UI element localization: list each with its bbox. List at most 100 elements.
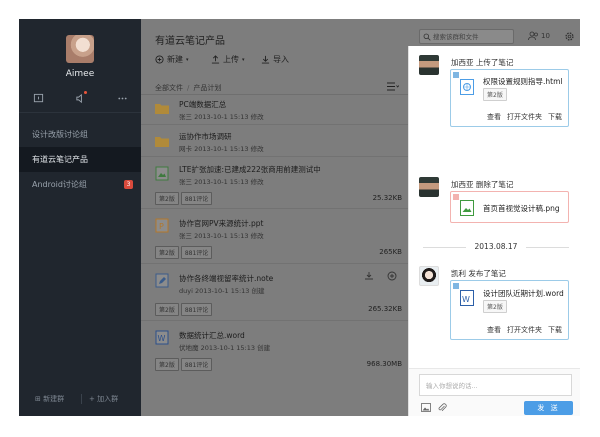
- open-folder-link[interactable]: 打开文件夹: [507, 112, 542, 122]
- svg-text:W: W: [158, 334, 166, 343]
- separator-line: [526, 247, 569, 248]
- file-size: 265.32KB: [368, 305, 402, 313]
- version-tag[interactable]: 第2版: [155, 192, 179, 205]
- file-author: 伏地魔: [179, 344, 199, 352]
- file-date: 2013-10-1 15:13: [194, 287, 250, 295]
- send-button[interactable]: 发 送: [524, 401, 573, 415]
- new-button[interactable]: 新建 ▾: [155, 54, 189, 65]
- note-file-icon: [155, 273, 169, 288]
- avatar[interactable]: [66, 35, 94, 63]
- notice-icon[interactable]: [31, 91, 45, 105]
- file-author: 张三: [179, 178, 192, 186]
- gear-icon[interactable]: [564, 31, 575, 42]
- file-card[interactable]: 权限设置规则指导.html 第2版 查看 打开文件夹 下载: [450, 69, 569, 127]
- file-name: 协作官网PV来源统计.ppt: [179, 219, 264, 228]
- upload-button[interactable]: 上传 ▾: [211, 54, 245, 65]
- version-tag[interactable]: 第2版: [155, 303, 179, 316]
- version-tag: 第2版: [483, 88, 507, 101]
- breadcrumb-current: 产品计划: [193, 84, 222, 92]
- html-file-icon: [460, 79, 474, 95]
- download-icon[interactable]: [365, 272, 373, 280]
- import-icon: [261, 55, 270, 64]
- image-icon[interactable]: [421, 403, 431, 412]
- unread-badge: 3: [124, 180, 133, 189]
- avatar[interactable]: [419, 177, 439, 197]
- comment-tag[interactable]: 881评论: [180, 303, 213, 316]
- avatar[interactable]: [419, 266, 439, 286]
- file-card-deleted[interactable]: 首页首视觉设计稿.png: [450, 191, 569, 223]
- file-row[interactable]: P 协作官网PV来源统计.ppt 张三 2013-10-1 15:13 修改 第…: [141, 209, 408, 264]
- row-actions: [365, 271, 397, 281]
- new-group-label: 新建群: [43, 395, 65, 403]
- open-folder-link[interactable]: 打开文件夹: [507, 325, 542, 335]
- new-group-button[interactable]: ⊞ 新建群: [35, 394, 64, 404]
- file-list: PC端数据汇总 张三 2013-10-1 15:13 修改 运协作市场调研 网卡…: [141, 95, 408, 376]
- upload-badge-icon: [453, 72, 459, 78]
- comment-tag[interactable]: 881评论: [180, 246, 213, 259]
- event-text: 加西亚 删除了笔记: [451, 180, 514, 189]
- file-author: 张三: [179, 113, 192, 121]
- event-text: 凯利 发布了笔记: [451, 269, 506, 278]
- card-file-name: 设计团队近期计划.word: [483, 289, 564, 298]
- list-view-icon[interactable]: [387, 82, 399, 91]
- activity-panel: 加西亚 上传了笔记 权限设置规则指导.html 第2版 查看 打开文件夹 下载 …: [408, 46, 580, 416]
- event-text: 加西亚 上传了笔记: [451, 58, 514, 67]
- card-file-name: 首页首视觉设计稿.png: [483, 204, 560, 213]
- download-link[interactable]: 下载: [548, 325, 562, 335]
- avatar[interactable]: [419, 55, 439, 75]
- members-button[interactable]: 10: [528, 31, 550, 41]
- file-card[interactable]: W 设计团队近期计划.word 第2版 查看 打开文件夹 下载: [450, 280, 569, 340]
- file-row[interactable]: PC端数据汇总 张三 2013-10-1 15:13 修改: [141, 95, 408, 125]
- chevron-down-icon: ▾: [242, 56, 245, 63]
- version-tag[interactable]: 第2版: [155, 246, 179, 259]
- user-name: Aimee: [65, 69, 95, 79]
- more-icon[interactable]: [115, 91, 129, 105]
- search-box: [419, 29, 514, 44]
- sidebar-item-android-group[interactable]: Android讨论组 3: [19, 172, 141, 197]
- join-group-button[interactable]: + 加入群: [89, 394, 118, 404]
- file-action: 创建: [257, 344, 271, 352]
- file-pane: 有道云笔记产品 新建 ▾ 上传 ▾ 导入 全部文件 / 产品计划 PC端数据汇总…: [141, 19, 408, 416]
- file-date: 2013-10-1 15:13: [200, 344, 256, 352]
- date-separator: 2013.08.17: [423, 242, 569, 252]
- breadcrumb-root[interactable]: 全部文件: [155, 84, 183, 92]
- attachment-icon[interactable]: [437, 403, 447, 412]
- view-link[interactable]: 查看: [487, 325, 501, 335]
- file-date: 2013-10-1 15:13: [194, 232, 249, 240]
- file-row[interactable]: W 数据统计汇总.word 伏地魔 2013-10-1 15:13 创建 第2版…: [141, 321, 408, 376]
- version-tag: 第2版: [483, 300, 507, 313]
- import-button[interactable]: 导入: [261, 54, 289, 65]
- new-group-icon: ⊞: [35, 395, 44, 403]
- file-name: 数据统计汇总.word: [179, 331, 245, 340]
- comment-tag[interactable]: 881评论: [180, 192, 213, 205]
- file-row[interactable]: 运协作市场调研 网卡 2013-10-1 15:13 修改: [141, 125, 408, 157]
- upload-icon: [211, 55, 220, 64]
- view-link[interactable]: 查看: [487, 112, 501, 122]
- search-icon: [423, 33, 431, 41]
- file-row[interactable]: 协作各终端视留率统计.note duyi 2013-10-1 15:13 创建 …: [141, 264, 408, 321]
- breadcrumb: 全部文件 / 产品计划: [155, 83, 221, 93]
- file-row[interactable]: LTE扩张加速:已建成222张商用前建测试中 张三 2013-10-1 15:1…: [141, 157, 408, 209]
- word-file-icon: W: [460, 290, 474, 306]
- version-tag[interactable]: 第2版: [155, 358, 179, 371]
- download-link[interactable]: 下载: [548, 112, 562, 122]
- svg-text:W: W: [462, 295, 470, 304]
- search-input[interactable]: [433, 31, 511, 42]
- group-label: Android讨论组: [32, 180, 87, 189]
- comment-tag[interactable]: 881评论: [180, 358, 213, 371]
- sidebar-item-design-group[interactable]: 设计改版讨论组: [19, 122, 141, 147]
- file-action: 修改: [250, 232, 264, 240]
- message-composer: 发 送: [409, 368, 580, 416]
- sidebar-divider: [19, 112, 141, 113]
- image-file-icon: [460, 200, 474, 216]
- speaker-icon[interactable]: [73, 91, 87, 105]
- more-circle-icon[interactable]: [387, 271, 397, 281]
- message-input[interactable]: [419, 374, 572, 396]
- footer-separator: [81, 394, 82, 404]
- file-author: 张三: [179, 232, 192, 240]
- group-label: 设计改版讨论组: [32, 130, 88, 139]
- file-action: 创建: [251, 287, 265, 295]
- new-label: 新建: [167, 55, 183, 64]
- join-group-label: 加入群: [97, 395, 119, 403]
- sidebar-item-notes-product[interactable]: 有道云笔记产品: [19, 147, 141, 172]
